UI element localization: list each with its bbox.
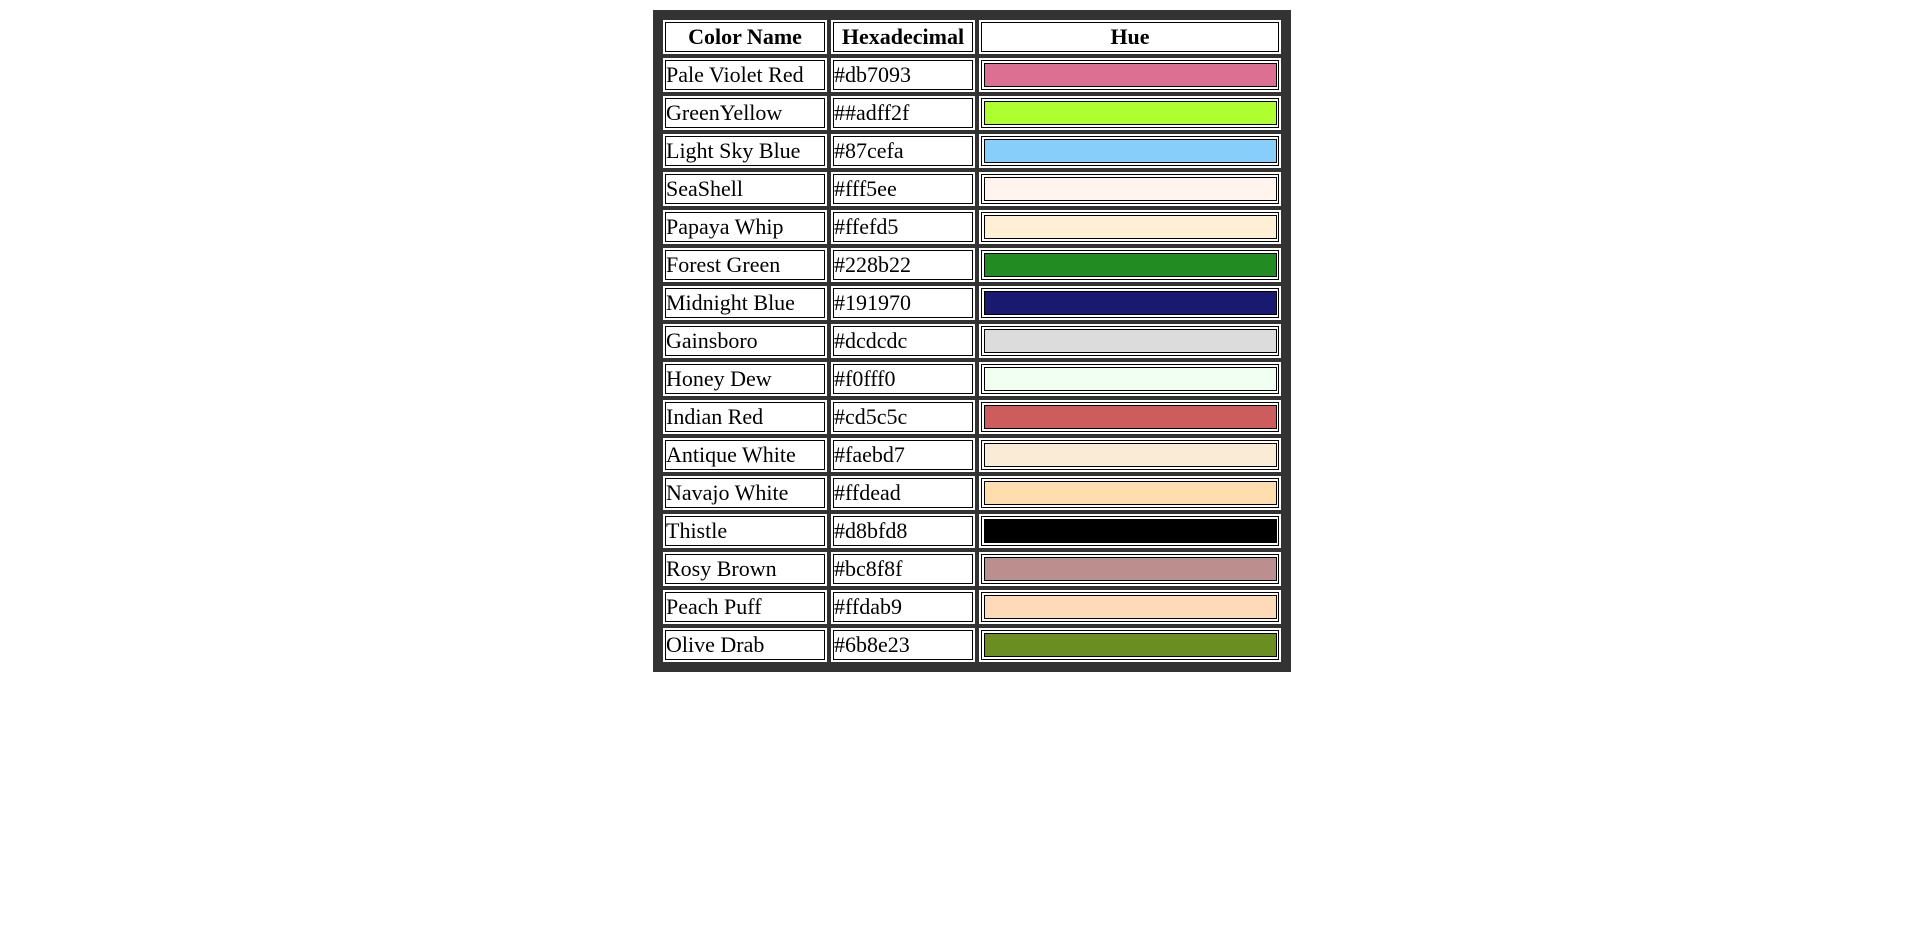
table-row: GreenYellow ##adff2f — [663, 96, 1281, 130]
color-swatch — [982, 403, 1279, 431]
header-row: Color Name Hexadecimal Hue — [663, 20, 1281, 54]
table-row: Gainsboro #dcdcdc — [663, 324, 1281, 358]
color-name-cell: Forest Green — [663, 248, 827, 282]
color-swatch — [982, 213, 1279, 241]
color-swatch — [982, 517, 1279, 545]
table-row: Light Sky Blue #87cefa — [663, 134, 1281, 168]
table-row: Rosy Brown #bc8f8f — [663, 552, 1281, 586]
hue-cell — [979, 286, 1281, 320]
hue-cell — [979, 58, 1281, 92]
hue-cell — [979, 210, 1281, 244]
table-row: Pale Violet Red #db7093 — [663, 58, 1281, 92]
hexadecimal-cell: ##adff2f — [831, 96, 975, 130]
color-name-cell: Olive Drab — [663, 628, 827, 662]
color-swatch — [982, 631, 1279, 659]
hue-cell — [979, 590, 1281, 624]
hue-cell — [979, 552, 1281, 586]
color-name-cell: Pale Violet Red — [663, 58, 827, 92]
table-row: Navajo White #ffdead — [663, 476, 1281, 510]
table-row: Papaya Whip #ffefd5 — [663, 210, 1281, 244]
page: Color Name Hexadecimal Hue Pale Violet R… — [0, 0, 1920, 930]
hexadecimal-cell: #ffefd5 — [831, 210, 975, 244]
color-swatch — [982, 479, 1279, 507]
table-row: Olive Drab #6b8e23 — [663, 628, 1281, 662]
color-swatch — [982, 61, 1279, 89]
hexadecimal-cell: #191970 — [831, 286, 975, 320]
color-swatch — [982, 441, 1279, 469]
hexadecimal-cell: #bc8f8f — [831, 552, 975, 586]
hexadecimal-cell: #ffdead — [831, 476, 975, 510]
hexadecimal-cell: #dcdcdc — [831, 324, 975, 358]
color-name-cell: GreenYellow — [663, 96, 827, 130]
color-table: Color Name Hexadecimal Hue Pale Violet R… — [653, 10, 1291, 672]
color-swatch — [982, 251, 1279, 279]
hue-cell — [979, 134, 1281, 168]
hexadecimal-cell: #228b22 — [831, 248, 975, 282]
table-row: Midnight Blue #191970 — [663, 286, 1281, 320]
color-name-cell: Peach Puff — [663, 590, 827, 624]
table-row: SeaShell #fff5ee — [663, 172, 1281, 206]
table-row: Forest Green #228b22 — [663, 248, 1281, 282]
color-swatch — [982, 365, 1279, 393]
color-name-cell: Navajo White — [663, 476, 827, 510]
table-row: Honey Dew #f0fff0 — [663, 362, 1281, 396]
hexadecimal-cell: #fff5ee — [831, 172, 975, 206]
hue-cell — [979, 248, 1281, 282]
hexadecimal-cell: #db7093 — [831, 58, 975, 92]
header-hexadecimal: Hexadecimal — [831, 20, 975, 54]
hue-cell — [979, 476, 1281, 510]
table-row: Peach Puff #ffdab9 — [663, 590, 1281, 624]
color-name-cell: Honey Dew — [663, 362, 827, 396]
color-swatch — [982, 593, 1279, 621]
color-name-cell: SeaShell — [663, 172, 827, 206]
color-swatch — [982, 137, 1279, 165]
color-name-cell: Papaya Whip — [663, 210, 827, 244]
hexadecimal-cell: #d8bfd8 — [831, 514, 975, 548]
color-name-cell: Thistle — [663, 514, 827, 548]
hexadecimal-cell: #87cefa — [831, 134, 975, 168]
hue-cell — [979, 172, 1281, 206]
table-row: Antique White #faebd7 — [663, 438, 1281, 472]
hue-cell — [979, 362, 1281, 396]
table-row: Thistle #d8bfd8 — [663, 514, 1281, 548]
hue-cell — [979, 400, 1281, 434]
table-row: Indian Red #cd5c5c — [663, 400, 1281, 434]
hue-cell — [979, 628, 1281, 662]
hue-cell — [979, 514, 1281, 548]
header-color-name: Color Name — [663, 20, 827, 54]
hue-cell — [979, 324, 1281, 358]
color-name-cell: Gainsboro — [663, 324, 827, 358]
hue-cell — [979, 96, 1281, 130]
header-hue: Hue — [979, 20, 1281, 54]
hexadecimal-cell: #faebd7 — [831, 438, 975, 472]
color-rows: Pale Violet Red #db7093 GreenYellow ##adff2… — [663, 58, 1281, 662]
color-name-cell: Rosy Brown — [663, 552, 827, 586]
hexadecimal-cell: #f0fff0 — [831, 362, 975, 396]
color-name-cell: Indian Red — [663, 400, 827, 434]
color-name-cell: Antique White — [663, 438, 827, 472]
color-swatch — [982, 99, 1279, 127]
hexadecimal-cell: #ffdab9 — [831, 590, 975, 624]
color-name-cell: Midnight Blue — [663, 286, 827, 320]
hexadecimal-cell: #cd5c5c — [831, 400, 975, 434]
color-swatch — [982, 555, 1279, 583]
color-swatch — [982, 289, 1279, 317]
hue-cell — [979, 438, 1281, 472]
color-swatch — [982, 327, 1279, 355]
hexadecimal-cell: #6b8e23 — [831, 628, 975, 662]
color-swatch — [982, 175, 1279, 203]
color-name-cell: Light Sky Blue — [663, 134, 827, 168]
